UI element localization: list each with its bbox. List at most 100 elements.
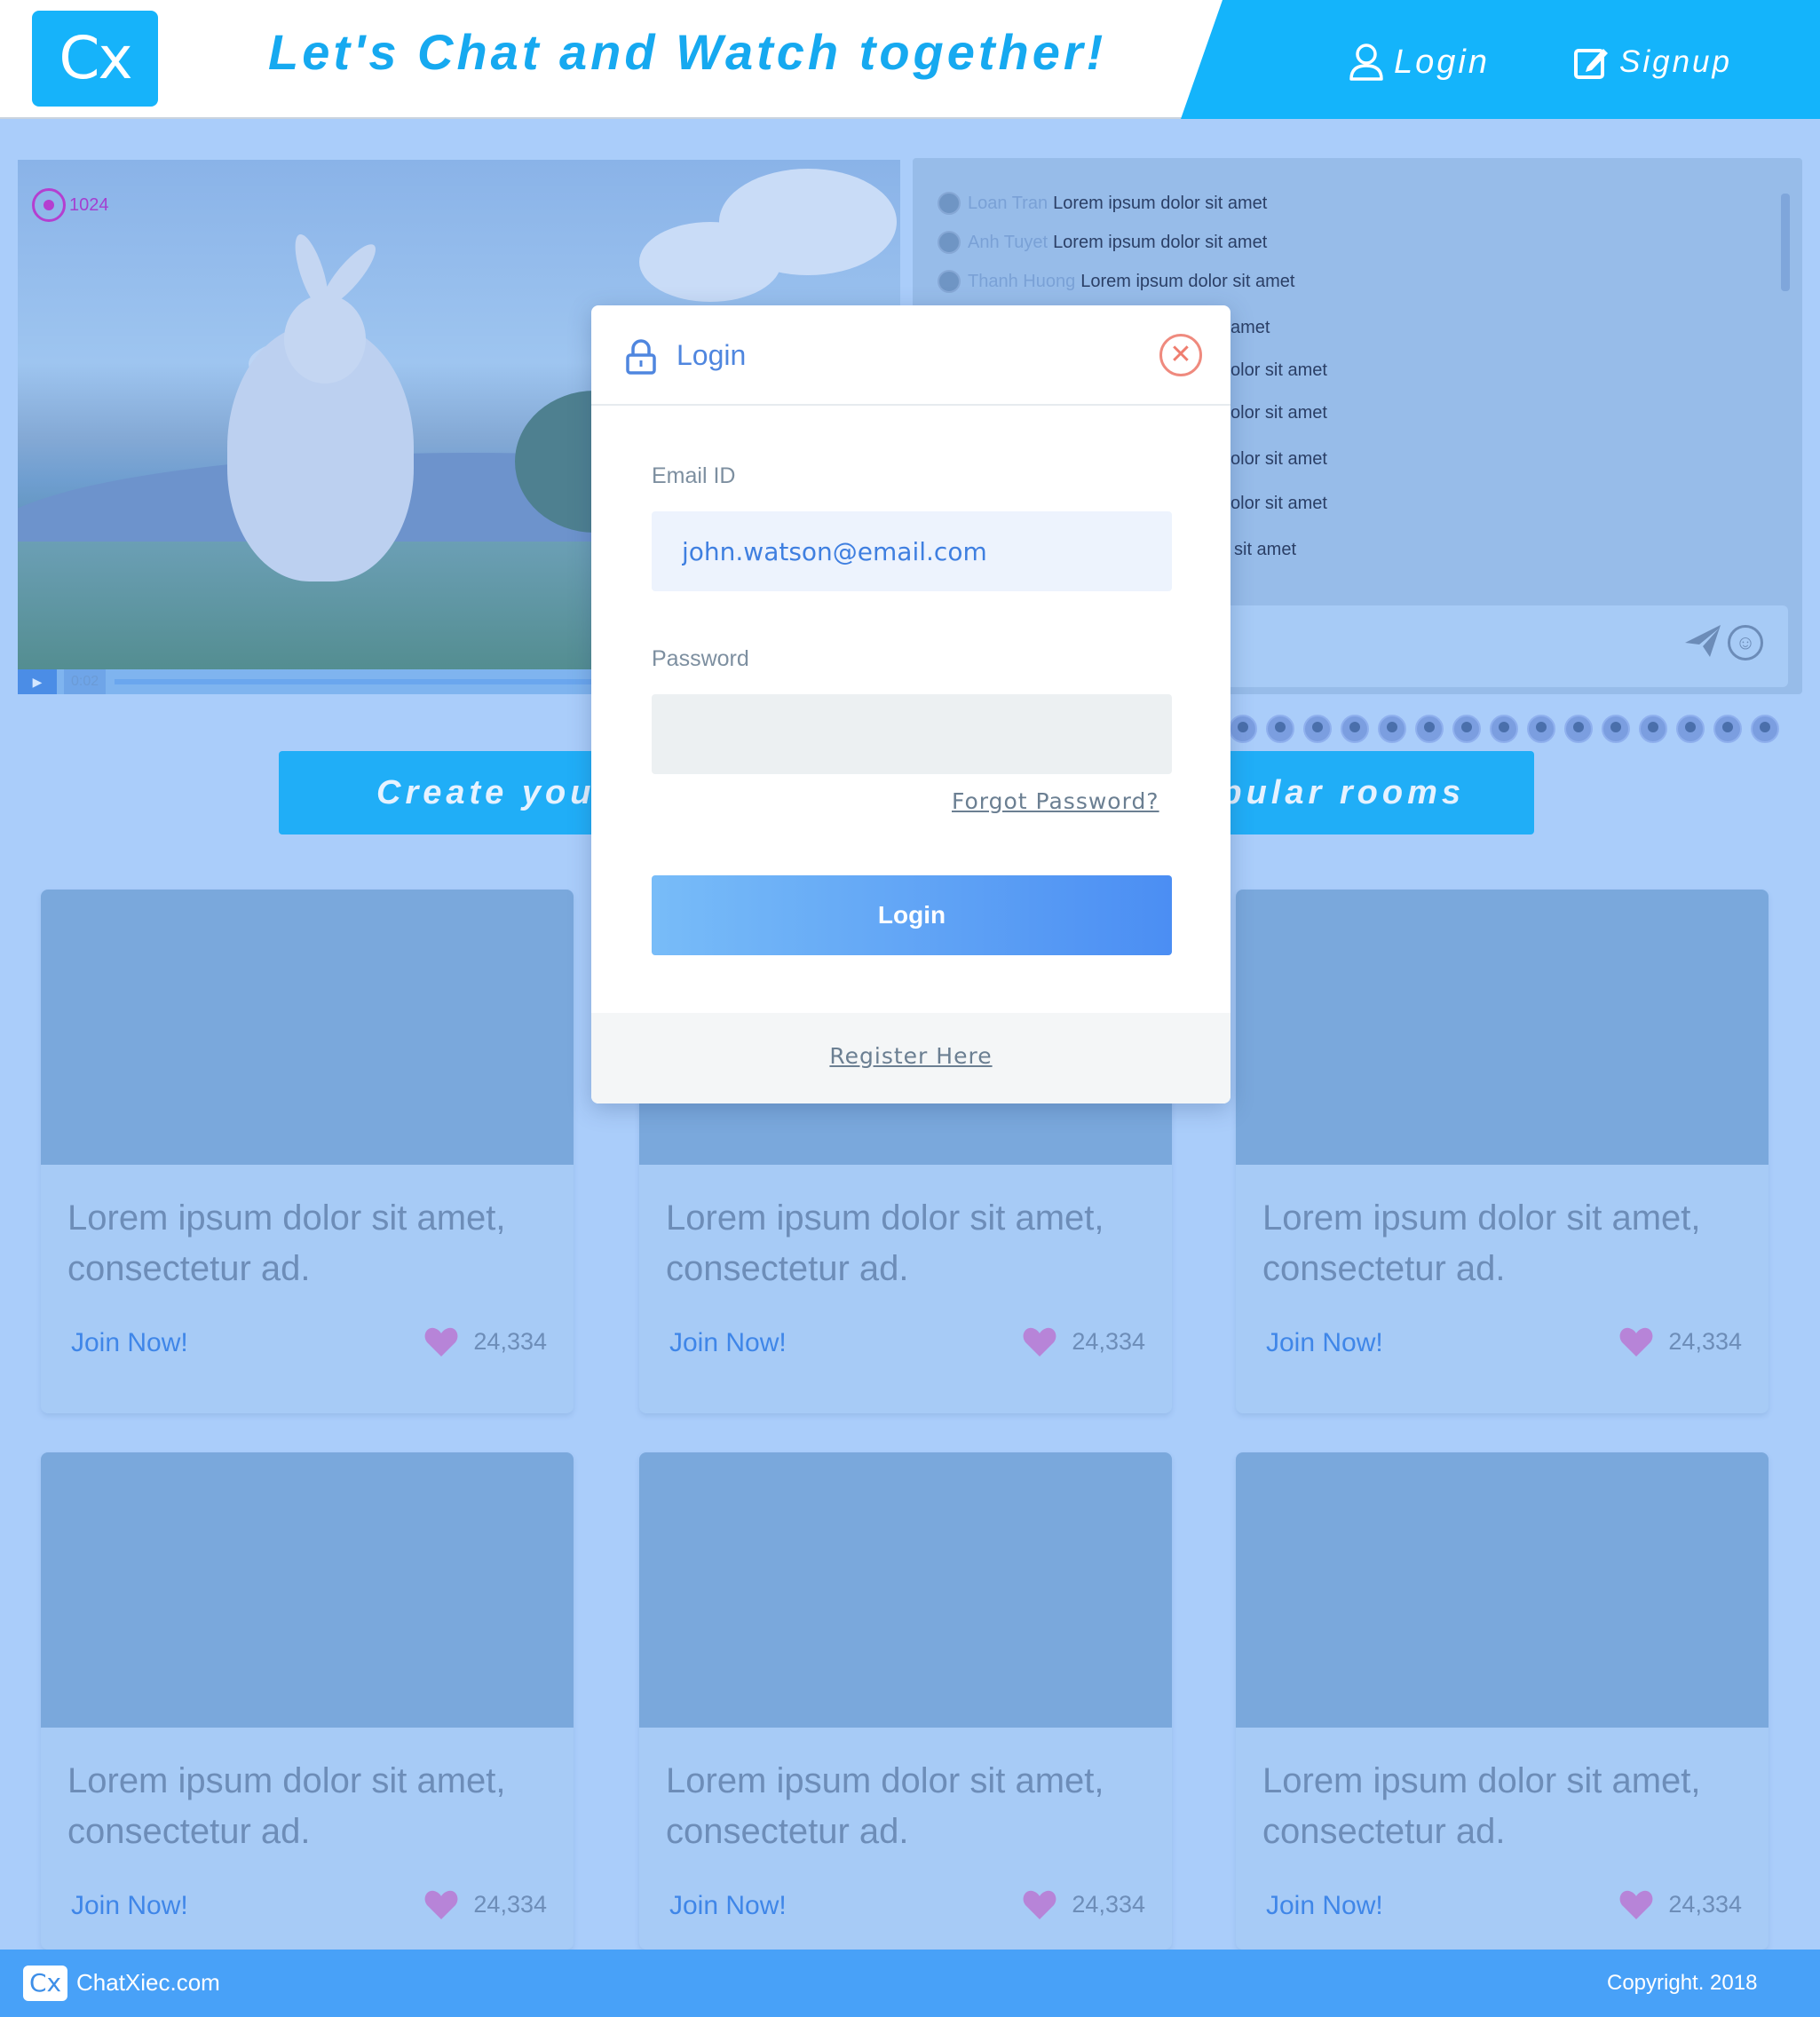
avatar[interactable] (1602, 715, 1630, 743)
avatar[interactable] (1490, 715, 1518, 743)
avatar[interactable] (1751, 715, 1779, 743)
login-modal: Login ✕ Email ID Password Forgot Passwor… (591, 305, 1230, 1103)
join-now-link[interactable]: Join Now! (71, 1891, 188, 1921)
record-icon (32, 188, 66, 222)
join-now-link[interactable]: Join Now! (669, 1891, 787, 1921)
chat-message-text: olor sit amet (1230, 403, 1327, 423)
room-likes: 24,334 (423, 1325, 547, 1358)
heart-icon[interactable] (1618, 1325, 1654, 1358)
heart-icon[interactable] (423, 1887, 459, 1921)
user-icon (1349, 44, 1383, 81)
like-count: 24,334 (1668, 1327, 1742, 1355)
room-thumbnail[interactable] (41, 890, 574, 1165)
room-card[interactable]: Lorem ipsum dolor sit amet, consectetur … (41, 1452, 574, 1950)
view-count-badge: 1024 (32, 188, 109, 222)
forgot-password-link[interactable]: Forgot Password? (952, 788, 1159, 814)
email-field[interactable] (652, 511, 1172, 591)
room-thumbnail[interactable] (41, 1452, 574, 1728)
emoji-icon[interactable]: ☺ (1728, 625, 1763, 660)
bunny-head (284, 295, 366, 384)
room-thumbnail[interactable] (639, 1452, 1172, 1728)
chat-message: Anh Tuyet Lorem ipsum dolor sit amet (938, 231, 1267, 254)
create-room-button[interactable]: Create your (279, 751, 595, 834)
room-description: Lorem ipsum dolor sit amet, consectetur … (67, 1198, 506, 1288)
join-now-link[interactable]: Join Now! (1266, 1891, 1383, 1921)
password-label: Password (652, 646, 749, 671)
join-now-link[interactable]: Join Now! (669, 1328, 787, 1358)
avatar[interactable] (1564, 715, 1593, 743)
room-likes: 24,334 (423, 1887, 547, 1921)
avatar[interactable] (1266, 715, 1294, 743)
modal-title: Login (677, 339, 747, 371)
footer-copyright: Copyright. 2018 (1607, 1971, 1758, 1995)
top-header: Cx Let's Chat and Watch together! Login … (0, 0, 1820, 119)
heart-icon[interactable] (1618, 1887, 1654, 1921)
chat-message-text: olor sit amet (1230, 494, 1327, 513)
avatar[interactable] (1229, 715, 1257, 743)
join-now-link[interactable]: Join Now! (1266, 1328, 1383, 1358)
like-count: 24,334 (1072, 1890, 1145, 1918)
room-thumbnail[interactable] (1236, 1452, 1769, 1728)
logo[interactable]: Cx (32, 11, 158, 107)
heart-icon[interactable] (423, 1325, 459, 1358)
nav-login-label: Login (1394, 43, 1490, 81)
tagline: Let's Chat and Watch together! (268, 24, 1107, 80)
room-description: Lorem ipsum dolor sit amet, consectetur … (67, 1761, 506, 1851)
nav-login-button[interactable]: Login (1348, 37, 1490, 87)
room-card[interactable]: Lorem ipsum dolor sit amet, consectetur … (639, 1452, 1172, 1950)
chat-message: Thanh Huong Lorem ipsum dolor sit amet (938, 270, 1294, 293)
register-link[interactable]: Register Here (591, 1043, 1230, 1069)
join-now-link[interactable]: Join Now! (71, 1328, 188, 1358)
room-likes: 24,334 (1618, 1887, 1742, 1921)
modal-footer: Register Here (591, 1013, 1230, 1103)
send-icon[interactable] (1683, 623, 1722, 659)
avatar (938, 270, 961, 293)
heart-icon[interactable] (1022, 1325, 1057, 1358)
avatar (938, 231, 961, 254)
room-thumbnail[interactable] (1236, 890, 1769, 1165)
video-time: 0:02 (64, 669, 107, 694)
chat-user-name: Thanh Huong (968, 271, 1076, 291)
lock-icon (626, 339, 656, 375)
avatar[interactable] (1378, 715, 1406, 743)
avatar (938, 192, 961, 215)
room-description: Lorem ipsum dolor sit amet, consectetur … (666, 1761, 1104, 1851)
chat-message-text: sit amet (1234, 540, 1297, 559)
chat-scrollbar[interactable] (1781, 194, 1790, 291)
chat-message-text: olor sit amet (1230, 360, 1327, 380)
email-label: Email ID (652, 463, 736, 488)
room-likes: 24,334 (1618, 1325, 1742, 1358)
like-count: 24,334 (473, 1890, 547, 1918)
nav-signup-button[interactable]: Signup (1573, 37, 1732, 87)
avatar[interactable] (1639, 715, 1667, 743)
avatar[interactable] (1527, 715, 1555, 743)
password-field[interactable] (652, 694, 1172, 774)
avatar[interactable] (1341, 715, 1369, 743)
popular-rooms-button[interactable]: opular rooms (1206, 751, 1534, 834)
room-description: Lorem ipsum dolor sit amet, consectetur … (1262, 1761, 1701, 1851)
room-description: Lorem ipsum dolor sit amet, consectetur … (666, 1198, 1104, 1288)
footer-site-name[interactable]: ChatXiec.com (76, 1969, 220, 1997)
avatar[interactable] (1415, 715, 1444, 743)
like-count: 24,334 (1072, 1327, 1145, 1355)
chat-user-name: Loan Tran (968, 193, 1048, 213)
chat-user-name: Anh Tuyet (968, 232, 1048, 252)
chat-message-text: amet (1230, 318, 1270, 337)
play-icon[interactable]: ▶ (18, 669, 57, 694)
room-card[interactable]: Lorem ipsum dolor sit amet, consectetur … (1236, 890, 1769, 1413)
login-submit-button[interactable]: Login (652, 875, 1172, 955)
room-card[interactable]: Lorem ipsum dolor sit amet, consectetur … (1236, 1452, 1769, 1950)
chat-message-text: olor sit amet (1230, 449, 1327, 469)
close-icon[interactable]: ✕ (1159, 334, 1202, 376)
avatar[interactable] (1452, 715, 1481, 743)
footer-logo[interactable]: Cx (23, 1966, 67, 2001)
chat-message-text: Lorem ipsum dolor sit amet (1053, 232, 1268, 252)
room-likes: 24,334 (1022, 1887, 1145, 1921)
heart-icon[interactable] (1022, 1887, 1057, 1921)
avatar[interactable] (1303, 715, 1332, 743)
like-count: 24,334 (1668, 1890, 1742, 1918)
avatar[interactable] (1676, 715, 1705, 743)
chat-message-text: Lorem ipsum dolor sit amet (1053, 193, 1268, 213)
avatar[interactable] (1713, 715, 1742, 743)
room-card[interactable]: Lorem ipsum dolor sit amet, consectetur … (41, 890, 574, 1413)
